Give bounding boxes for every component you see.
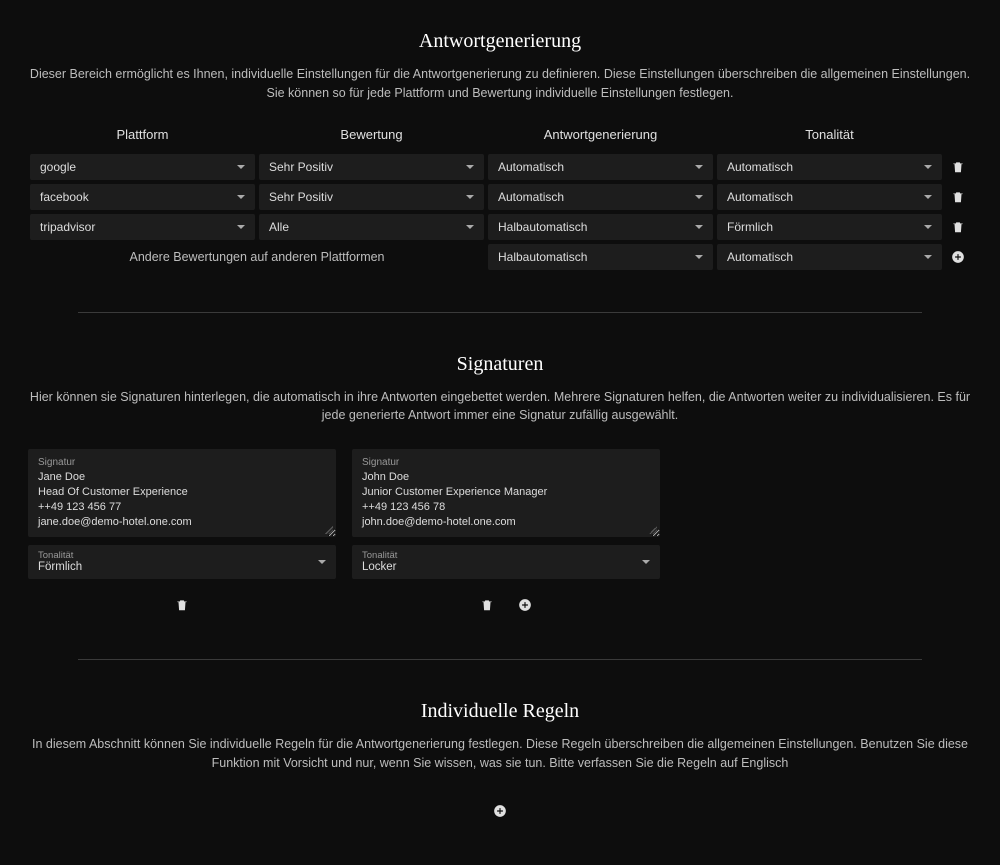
platform-select[interactable]: google	[30, 154, 255, 180]
select-value: Automatisch	[727, 250, 793, 264]
rating-select[interactable]: Sehr Positiv	[259, 184, 484, 210]
field-label: Signatur	[38, 457, 326, 468]
select-value: Sehr Positiv	[269, 190, 333, 204]
generation-select[interactable]: Halbautomatisch	[488, 244, 713, 270]
tonality-select[interactable]: Automatisch	[717, 244, 942, 270]
add-signature-button[interactable]	[511, 591, 539, 619]
field-label: Signatur	[362, 457, 650, 468]
section-divider	[78, 312, 922, 313]
chevron-down-icon	[237, 165, 245, 169]
select-value: Automatisch	[498, 160, 564, 174]
section-title: Individuelle Regeln	[28, 700, 972, 723]
col-header-platform: Plattform	[28, 127, 257, 152]
trash-icon	[480, 598, 494, 612]
chevron-down-icon	[924, 165, 932, 169]
col-header-generation: Antwortgenerierung	[486, 127, 715, 152]
chevron-down-icon	[924, 225, 932, 229]
default-row-label: Andere Bewertungen auf anderen Plattform…	[28, 244, 486, 270]
chevron-down-icon	[237, 225, 245, 229]
select-value: Halbautomatisch	[498, 220, 587, 234]
select-value: Halbautomatisch	[498, 250, 587, 264]
section-description: Hier können sie Signaturen hinterlegen, …	[28, 388, 972, 426]
generation-select[interactable]: Automatisch	[488, 154, 713, 180]
delete-signature-button[interactable]	[168, 591, 196, 619]
tonality-select[interactable]: Automatisch	[717, 184, 942, 210]
individual-rules-section: Individuelle Regeln In diesem Abschnitt …	[28, 700, 972, 825]
signature-text: Jane Doe Head Of Customer Experience ++4…	[38, 470, 326, 529]
col-header-tonality: Tonalität	[715, 127, 944, 152]
tonality-select[interactable]: Förmlich	[717, 214, 942, 240]
signature-textarea[interactable]: Signatur Jane Doe Head Of Customer Exper…	[28, 449, 336, 537]
select-value: google	[40, 160, 76, 174]
signature-card: Signatur John Doe Junior Customer Experi…	[352, 449, 660, 619]
chevron-down-icon	[695, 255, 703, 259]
trash-icon	[951, 190, 965, 204]
rating-select[interactable]: Alle	[259, 214, 484, 240]
select-value: Automatisch	[727, 190, 793, 204]
response-generation-section: Antwortgenerierung Dieser Bereich ermögl…	[28, 30, 972, 272]
generation-select[interactable]: Automatisch	[488, 184, 713, 210]
select-value: Alle	[269, 220, 289, 234]
section-title: Antwortgenerierung	[28, 30, 972, 53]
plus-circle-icon	[951, 250, 965, 264]
select-value: Automatisch	[727, 160, 793, 174]
signatures-section: Signaturen Hier können sie Signaturen hi…	[28, 353, 972, 620]
section-description: In diesem Abschnitt können Sie individue…	[28, 735, 972, 773]
signature-text: John Doe Junior Customer Experience Mana…	[362, 470, 650, 529]
signature-tonality-select[interactable]: Tonalität Locker	[352, 545, 660, 579]
chevron-down-icon	[924, 195, 932, 199]
select-value: Sehr Positiv	[269, 160, 333, 174]
platform-select[interactable]: facebook	[30, 184, 255, 210]
chevron-down-icon	[642, 560, 650, 564]
delete-signature-button[interactable]	[473, 591, 501, 619]
chevron-down-icon	[466, 195, 474, 199]
signature-card: Signatur Jane Doe Head Of Customer Exper…	[28, 449, 336, 619]
select-value: Automatisch	[498, 190, 564, 204]
trash-icon	[951, 160, 965, 174]
section-title: Signaturen	[28, 353, 972, 376]
select-value: tripadvisor	[40, 220, 95, 234]
rating-select[interactable]: Sehr Positiv	[259, 154, 484, 180]
add-row-button[interactable]	[944, 243, 972, 271]
chevron-down-icon	[318, 560, 326, 564]
delete-row-button[interactable]	[944, 153, 972, 181]
chevron-down-icon	[695, 165, 703, 169]
chevron-down-icon	[695, 195, 703, 199]
tonality-select[interactable]: Automatisch	[717, 154, 942, 180]
chevron-down-icon	[466, 165, 474, 169]
col-header-rating: Bewertung	[257, 127, 486, 152]
plus-circle-icon	[518, 598, 532, 612]
select-value: Förmlich	[727, 220, 773, 234]
chevron-down-icon	[237, 195, 245, 199]
section-divider	[78, 659, 922, 660]
chevron-down-icon	[695, 225, 703, 229]
field-label: Tonalität	[362, 550, 650, 561]
trash-icon	[951, 220, 965, 234]
add-rule-button[interactable]	[486, 797, 514, 825]
platform-select[interactable]: tripadvisor	[30, 214, 255, 240]
signature-textarea[interactable]: Signatur John Doe Junior Customer Experi…	[352, 449, 660, 537]
delete-row-button[interactable]	[944, 183, 972, 211]
delete-row-button[interactable]	[944, 213, 972, 241]
select-value: Förmlich	[38, 561, 326, 573]
trash-icon	[175, 598, 189, 612]
select-value: Locker	[362, 561, 650, 573]
field-label: Tonalität	[38, 550, 326, 561]
signatures-row: Signatur Jane Doe Head Of Customer Exper…	[28, 449, 972, 619]
chevron-down-icon	[466, 225, 474, 229]
response-gen-grid: Plattform Bewertung Antwortgenerierung T…	[28, 127, 972, 272]
plus-circle-icon	[493, 804, 507, 818]
chevron-down-icon	[924, 255, 932, 259]
section-description: Dieser Bereich ermöglicht es Ihnen, indi…	[28, 65, 972, 103]
generation-select[interactable]: Halbautomatisch	[488, 214, 713, 240]
signature-tonality-select[interactable]: Tonalität Förmlich	[28, 545, 336, 579]
select-value: facebook	[40, 190, 89, 204]
